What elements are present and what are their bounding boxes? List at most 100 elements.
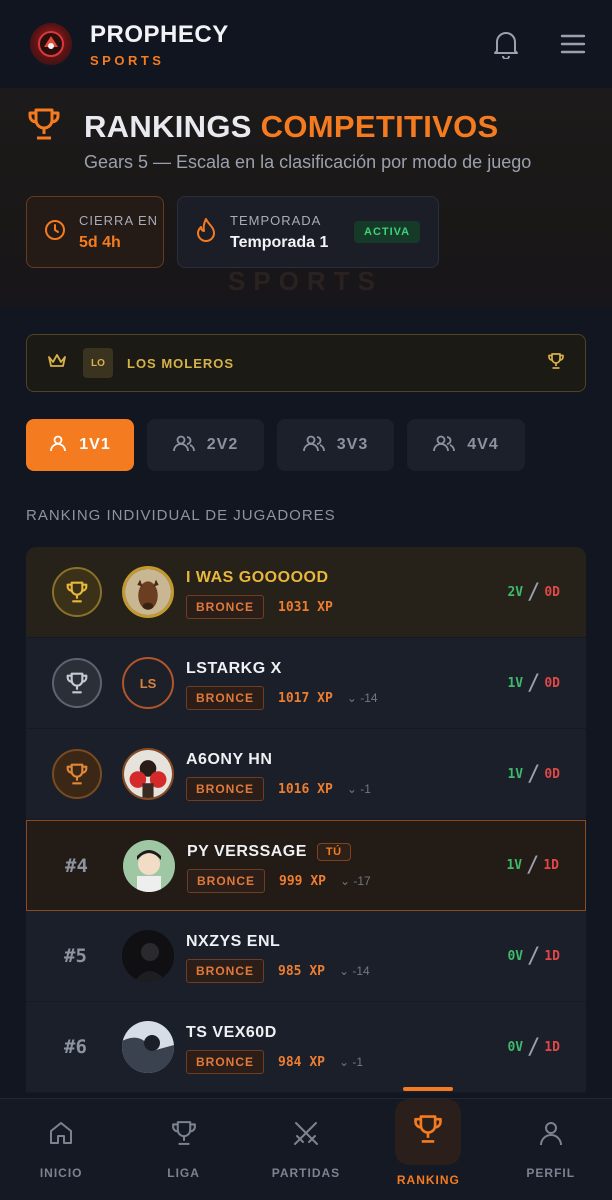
ranking-list: I WAS GOOOOOD BRONCE 1031 XP 2V / 0D LS …	[26, 547, 586, 1093]
nav-ranking[interactable]: RANKING	[383, 1086, 473, 1187]
tab-1v1[interactable]: 1V1	[26, 419, 134, 471]
xp-delta: ⌄ -17	[339, 874, 371, 888]
player-xp: 999 XP	[279, 873, 326, 889]
nav-label: LIGA	[167, 1166, 200, 1180]
clock-icon	[43, 218, 67, 247]
rank-2-badge	[52, 658, 102, 708]
crossed-swords-icon	[292, 1119, 320, 1152]
hero-watermark: SPORTS	[228, 266, 383, 296]
nav-label: INICIO	[39, 1166, 83, 1180]
user-icon	[537, 1119, 565, 1152]
rank-number: #6	[64, 1036, 87, 1058]
win-loss-record: 0V / 1D	[507, 943, 560, 969]
bottom-nav: INICIO LIGA PARTIDAS RANKING PERFIL	[0, 1086, 612, 1200]
tab-label: 3V3	[336, 436, 369, 453]
xp-delta: ⌄ -14	[338, 964, 370, 978]
tier-badge: BRONCE	[186, 1050, 265, 1074]
losses: 0D	[544, 766, 560, 782]
rank-3-badge	[52, 749, 102, 799]
top-bar: PROPHECY SPORTS	[0, 0, 612, 88]
nav-label: PERFIL	[526, 1166, 576, 1180]
player-name: PY VERSSAGE	[187, 843, 307, 860]
hero-section: SPORTS RANKINGS COMPETITIVOS Gears 5 — E…	[0, 88, 612, 308]
nav-liga[interactable]: LIGA	[139, 1119, 229, 1180]
xp-delta: ⌄ -1	[346, 782, 371, 796]
player-name: I WAS GOOOOOD	[186, 569, 329, 586]
tier-badge: BRONCE	[186, 959, 265, 983]
season-status-badge: ACTIVA	[354, 221, 421, 243]
wins: 0V	[507, 1039, 524, 1055]
you-badge: TÚ	[316, 843, 351, 861]
users-icon	[302, 434, 325, 457]
users-icon	[172, 434, 195, 457]
tab-2v2[interactable]: 2V2	[147, 419, 264, 471]
season-countdown-card: CIERRA EN 5d 4h	[26, 196, 164, 268]
tab-label: 1V1	[79, 436, 111, 453]
trophy-icon	[66, 672, 88, 694]
season-card: TEMPORADA Temporada 1 ACTIVA	[177, 196, 439, 268]
ranking-row[interactable]: #6 TS VEX60D BRONCE 984 XP ⌄ -1 0V / 1D	[26, 1002, 586, 1093]
wins: 1V	[507, 675, 524, 691]
home-icon	[47, 1119, 75, 1152]
losses: 0D	[544, 675, 560, 691]
nav-inicio[interactable]: INICIO	[16, 1119, 106, 1180]
tab-label: 2V2	[206, 436, 239, 453]
countdown-value: 5d 4h	[79, 233, 121, 251]
brand-name: PROPHECY	[90, 20, 229, 48]
wins: 2V	[507, 584, 524, 600]
player-name: A6ONY HN	[186, 751, 273, 768]
rank-number: #4	[65, 854, 88, 877]
trophy-icon	[412, 1113, 444, 1150]
page-title-accent: COMPETITIVOS	[260, 108, 499, 144]
ranking-row[interactable]: LS LSTARKG X BRONCE 1017 XP ⌄ -14 1V / 0…	[26, 638, 586, 729]
countdown-label: CIERRA EN	[79, 212, 159, 228]
rank-number: #5	[64, 945, 87, 967]
bell-icon[interactable]	[492, 29, 520, 59]
team-abbr: LO	[83, 348, 113, 378]
wins: 1V	[507, 766, 524, 782]
page-title-main: RANKINGS	[84, 108, 252, 144]
player-name: LSTARKG X	[186, 660, 282, 677]
trophy-icon	[66, 763, 88, 785]
wins: 1V	[506, 858, 523, 873]
brand-logo[interactable]	[30, 23, 72, 65]
player-xp: 1016 XP	[278, 781, 333, 797]
player-name: TS VEX60D	[186, 1024, 277, 1041]
nav-partidas[interactable]: PARTIDAS	[261, 1119, 351, 1180]
tab-3v3[interactable]: 3V3	[277, 419, 394, 471]
brand-subtitle: SPORTS	[90, 52, 165, 68]
ranking-row[interactable]: #5 NXZYS ENL BRONCE 985 XP ⌄ -14 0V / 1D	[26, 911, 586, 1002]
trophy-icon	[170, 1119, 198, 1152]
mode-tabs: 1V1 2V2 3V3 4V4	[26, 419, 525, 471]
team-banner[interactable]: LO LOS MOLEROS	[26, 334, 586, 392]
avatar	[123, 839, 175, 892]
page-title: RANKINGS COMPETITIVOS	[84, 109, 499, 145]
tier-badge: BRONCE	[186, 595, 265, 619]
team-name: LOS MOLEROS	[127, 355, 235, 371]
trophy-icon	[547, 352, 565, 375]
avatar	[122, 748, 174, 800]
ranking-row[interactable]: I WAS GOOOOOD BRONCE 1031 XP 2V / 0D	[26, 547, 586, 638]
avatar	[122, 1021, 174, 1073]
losses: 1D	[543, 858, 559, 873]
wins: 0V	[507, 948, 524, 964]
tier-badge: BRONCE	[187, 869, 266, 893]
win-loss-record: 1V / 0D	[507, 761, 560, 787]
tab-label: 4V4	[467, 436, 499, 453]
player-xp: 985 XP	[278, 963, 325, 979]
player-xp: 1017 XP	[278, 690, 333, 706]
nav-perfil[interactable]: PERFIL	[506, 1119, 596, 1180]
page-subtitle: Gears 5 — Escala en la clasificación por…	[84, 152, 532, 172]
win-loss-record: 1V / 0D	[507, 670, 560, 696]
hamburger-menu-icon[interactable]	[560, 33, 586, 55]
ranking-row[interactable]: A6ONY HN BRONCE 1016 XP ⌄ -1 1V / 0D	[26, 729, 586, 820]
ranking-row-current-user[interactable]: #4 PY VERSSAGE TÚ BRONCE 999 XP ⌄ -17 1V…	[26, 820, 586, 911]
users-icon	[433, 434, 456, 457]
flame-icon	[194, 217, 218, 248]
avatar	[122, 566, 174, 618]
avatar-initials: LS	[122, 657, 174, 709]
rank-1-badge	[52, 567, 102, 617]
nav-label: PARTIDAS	[271, 1166, 341, 1180]
nav-label: RANKING	[396, 1172, 460, 1187]
tab-4v4[interactable]: 4V4	[407, 419, 525, 471]
